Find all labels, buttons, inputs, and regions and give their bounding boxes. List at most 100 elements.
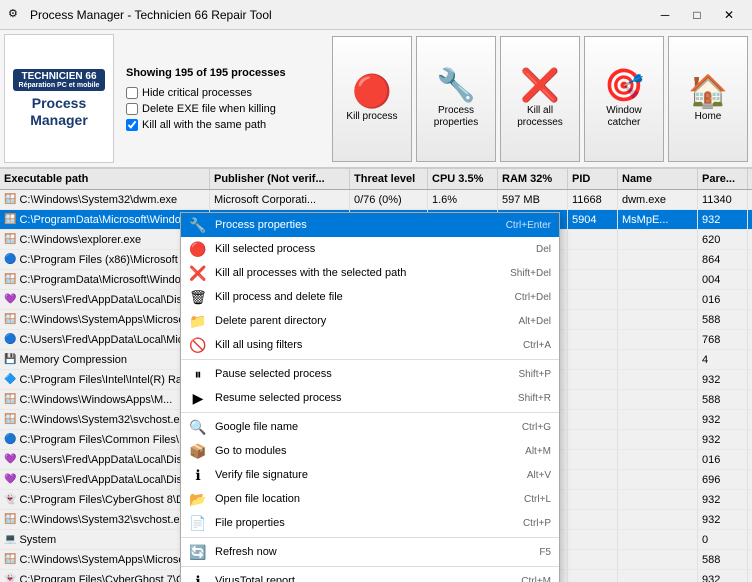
- cell-path: 💜 C:\Users\Fred\AppData\Local\Disc...: [0, 470, 210, 489]
- ctx-divider: [181, 412, 559, 413]
- ctx-item-kill-filters[interactable]: 🚫 Kill all using filters Ctrl+A: [181, 333, 559, 357]
- home-button[interactable]: 🏠 Home: [668, 36, 748, 162]
- cell-pid: [568, 430, 618, 449]
- ctx-item-pause-process[interactable]: ⏸ Pause selected process Shift+P: [181, 362, 559, 386]
- ctx-icon-verify-signature: ℹ: [189, 466, 207, 484]
- cell-name: MsMpE...: [618, 210, 698, 229]
- cell-name: [618, 330, 698, 349]
- ctx-label-refresh-now: Refresh now: [215, 546, 531, 558]
- cell-parent: 016: [698, 290, 748, 309]
- col-header-pid[interactable]: PID: [568, 169, 618, 189]
- row-icon: 💻: [4, 534, 16, 545]
- delete-exe-checkbox[interactable]: [126, 103, 138, 115]
- ctx-divider: [181, 537, 559, 538]
- kill-same-path-option[interactable]: Kill all with the same path: [126, 119, 320, 131]
- ctx-item-refresh-now[interactable]: 🔄 Refresh now F5: [181, 540, 559, 564]
- ctx-shortcut-delete-parent: Alt+Del: [518, 316, 551, 327]
- cell-parent: 932: [698, 570, 748, 582]
- ctx-shortcut-process-properties: Ctrl+Enter: [506, 220, 551, 231]
- cell-path: 🪟 C:\ProgramData\Microsoft\Window...: [0, 210, 210, 229]
- ctx-item-go-modules[interactable]: 📦 Go to modules Alt+M: [181, 439, 559, 463]
- ctx-label-kill-filters: Kill all using filters: [215, 339, 515, 351]
- col-header-name[interactable]: Name: [618, 169, 698, 189]
- cell-pid: [568, 310, 618, 329]
- cell-path: 💜 C:\Users\Fred\AppData\Local\Disc...: [0, 290, 210, 309]
- ctx-icon-delete-parent: 📁: [189, 312, 207, 330]
- row-icon: 👻: [4, 494, 16, 505]
- ctx-shortcut-go-modules: Alt+M: [525, 446, 551, 457]
- col-header-threat[interactable]: Threat level: [350, 169, 428, 189]
- cell-parent: 016: [698, 450, 748, 469]
- kill-same-path-checkbox[interactable]: [126, 119, 138, 131]
- process-table[interactable]: 🪟 C:\Windows\System32\dwm.exe Microsoft …: [0, 190, 752, 582]
- cell-pid: [568, 350, 618, 369]
- kill-all-label: Kill all processes: [505, 105, 575, 129]
- col-header-cpu[interactable]: CPU 3.5%: [428, 169, 498, 189]
- ctx-item-kill-all-same-path[interactable]: ❌ Kill all processes with the selected p…: [181, 261, 559, 285]
- process-properties-button[interactable]: 🔧 Process properties: [416, 36, 496, 162]
- col-header-ram[interactable]: RAM 32%: [498, 169, 568, 189]
- ctx-item-process-properties[interactable]: 🔧 Process properties Ctrl+Enter: [181, 213, 559, 237]
- col-header-publisher[interactable]: Publisher (Not verif...: [210, 169, 350, 189]
- cell-name: dwm.exe: [618, 190, 698, 209]
- ctx-item-open-location[interactable]: 📂 Open file location Ctrl+L: [181, 487, 559, 511]
- close-button[interactable]: ✕: [714, 5, 744, 25]
- ctx-item-resume-process[interactable]: ▶ Resume selected process Shift+R: [181, 386, 559, 410]
- cell-pid: [568, 270, 618, 289]
- cell-parent: 932: [698, 210, 748, 229]
- row-icon: 🪟: [4, 234, 16, 245]
- ctx-item-verify-signature[interactable]: ℹ Verify file signature Alt+V: [181, 463, 559, 487]
- ctx-item-file-properties[interactable]: 📄 File properties Ctrl+P: [181, 511, 559, 535]
- delete-exe-option[interactable]: Delete EXE file when killing: [126, 103, 320, 115]
- row-icon: 🪟: [4, 394, 16, 405]
- kill-process-button[interactable]: 🔴 Kill process: [332, 36, 412, 162]
- ctx-item-kill-delete[interactable]: 🗑 Kill process and delete file Ctrl+Del: [181, 285, 559, 309]
- cell-pid: [568, 230, 618, 249]
- hide-critical-checkbox[interactable]: [126, 87, 138, 99]
- cell-parent: 932: [698, 370, 748, 389]
- col-header-parent[interactable]: Pare...: [698, 169, 748, 189]
- ctx-item-google-name[interactable]: 🔍 Google file name Ctrl+G: [181, 415, 559, 439]
- maximize-button[interactable]: □: [682, 5, 712, 25]
- row-icon: 🔵: [4, 254, 16, 265]
- col-header-path[interactable]: Executable path: [0, 169, 210, 189]
- minimize-button[interactable]: ─: [650, 5, 680, 25]
- cell-name: [618, 490, 698, 509]
- process-properties-icon: 🔧: [436, 69, 476, 101]
- ctx-icon-kill-delete: 🗑: [189, 288, 207, 306]
- row-icon: 🪟: [4, 514, 16, 525]
- cell-parent: 932: [698, 510, 748, 529]
- ctx-label-kill-selected: Kill selected process: [215, 243, 528, 255]
- cell-path: 🪟 C:\ProgramData\Microsoft\Window...: [0, 270, 210, 289]
- ctx-item-kill-selected[interactable]: 🔴 Kill selected process Del: [181, 237, 559, 261]
- ctx-item-delete-parent[interactable]: 📁 Delete parent directory Alt+Del: [181, 309, 559, 333]
- cell-parent: 11340: [698, 190, 748, 209]
- cell-parent: 588: [698, 550, 748, 569]
- ctx-shortcut-resume-process: Shift+R: [518, 393, 551, 404]
- cell-pid: [568, 490, 618, 509]
- home-icon: 🏠: [688, 75, 728, 107]
- titlebar: ⚙ Process Manager - Technicien 66 Repair…: [0, 0, 752, 30]
- cell-name: [618, 550, 698, 569]
- logo-section: TECHNICIEN 66 Réparation PC et mobile Pr…: [4, 34, 114, 163]
- row-icon: 💜: [4, 454, 16, 465]
- ctx-icon-pause-process: ⏸: [189, 365, 207, 383]
- ctx-icon-refresh-now: 🔄: [189, 543, 207, 561]
- cell-path: 🪟 C:\Windows\System32\svchost.exe: [0, 410, 210, 429]
- ctx-shortcut-kill-filters: Ctrl+A: [523, 340, 551, 351]
- table-row[interactable]: 🪟 C:\Windows\System32\dwm.exe Microsoft …: [0, 190, 752, 210]
- kill-all-processes-button[interactable]: ❌ Kill all processes: [500, 36, 580, 162]
- row-icon: 🪟: [4, 214, 16, 225]
- ctx-icon-go-modules: 📦: [189, 442, 207, 460]
- ctx-item-virustotal-report[interactable]: ℹ VirusTotal report Ctrl+M: [181, 569, 559, 582]
- cell-path: 💾 Memory Compression: [0, 350, 210, 369]
- hide-critical-option[interactable]: Hide critical processes: [126, 87, 320, 99]
- cell-pid: [568, 530, 618, 549]
- cell-parent: 768: [698, 330, 748, 349]
- window-catcher-button[interactable]: 🎯 Window catcher: [584, 36, 664, 162]
- app-icon: ⚙: [8, 7, 24, 23]
- row-icon: 💾: [4, 354, 16, 365]
- cell-parent: 588: [698, 310, 748, 329]
- ctx-label-verify-signature: Verify file signature: [215, 469, 519, 481]
- logo-badge: TECHNICIEN 66 Réparation PC et mobile: [13, 69, 106, 91]
